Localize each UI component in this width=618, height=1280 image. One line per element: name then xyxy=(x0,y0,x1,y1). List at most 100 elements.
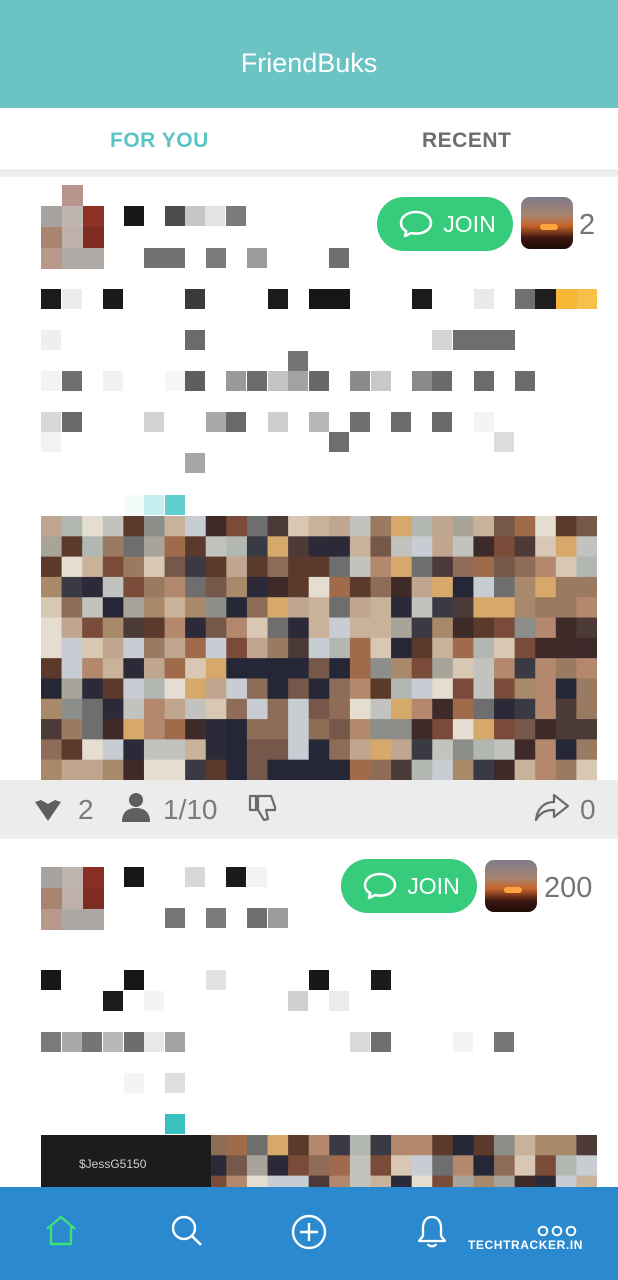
image-pixel xyxy=(185,556,207,578)
dislike-icon[interactable] xyxy=(247,793,279,828)
image-pixel xyxy=(143,536,166,558)
image-pixel xyxy=(267,1155,289,1177)
image-pixel xyxy=(411,1175,433,1187)
home-icon[interactable] xyxy=(44,1213,78,1252)
image-pixel xyxy=(391,1135,413,1156)
image-pixel xyxy=(349,556,372,578)
image-pixel xyxy=(267,536,289,558)
join-button[interactable]: JOIN xyxy=(341,859,477,913)
image-pixel xyxy=(576,597,597,619)
image-pixel xyxy=(102,576,124,598)
image-pixel xyxy=(288,678,310,700)
image-pixel xyxy=(514,658,536,680)
image-pixel xyxy=(494,637,516,659)
image-pixel xyxy=(432,536,454,558)
image-pixel xyxy=(411,678,433,700)
image-pixel xyxy=(82,739,104,761)
image-pixel xyxy=(349,597,372,619)
tab-recent[interactable]: RECENT xyxy=(422,129,511,153)
image-pixel xyxy=(370,719,392,740)
image-pixel xyxy=(226,1175,248,1187)
group-thumbnail[interactable] xyxy=(485,860,537,912)
image-pixel xyxy=(246,1175,269,1187)
image-pixel xyxy=(267,576,289,598)
image-pixel xyxy=(205,597,227,619)
image-pixel xyxy=(246,1155,269,1177)
image-pixel xyxy=(102,678,124,700)
user-icon[interactable] xyxy=(120,792,152,827)
image-pixel xyxy=(411,1135,433,1156)
image-pixel xyxy=(452,536,475,558)
image-pixel xyxy=(41,658,63,680)
image-pixel xyxy=(185,576,207,598)
image-pixel xyxy=(473,617,495,639)
image-pixel xyxy=(576,698,597,720)
image-pixel xyxy=(308,1135,330,1156)
tab-for-you[interactable]: FOR YOU xyxy=(110,129,209,153)
image-pixel xyxy=(576,1135,597,1156)
image-pixel xyxy=(555,637,577,659)
image-pixel xyxy=(370,658,392,680)
image-pixel xyxy=(61,516,83,537)
image-pixel xyxy=(473,536,495,558)
join-button[interactable]: JOIN xyxy=(377,197,513,251)
image-pixel xyxy=(308,1155,330,1177)
bell-icon[interactable] xyxy=(416,1213,448,1254)
search-icon[interactable] xyxy=(169,1213,203,1252)
image-pixel xyxy=(143,698,166,720)
image-pixel xyxy=(226,516,248,537)
image-pixel xyxy=(246,678,269,700)
image-pixel xyxy=(82,576,104,598)
image-pixel xyxy=(411,719,433,740)
image-pixel xyxy=(164,658,186,680)
image-pixel xyxy=(164,536,186,558)
image-pixel xyxy=(411,1155,433,1177)
image-pixel xyxy=(205,536,227,558)
image-pixel xyxy=(452,637,475,659)
image-pixel xyxy=(411,516,433,537)
image-pixel xyxy=(308,556,330,578)
image-pixel xyxy=(370,536,392,558)
image-pixel xyxy=(226,1135,248,1156)
image-pixel xyxy=(555,597,577,619)
like-icon[interactable] xyxy=(33,798,63,827)
image-pixel xyxy=(452,739,475,761)
image-pixel xyxy=(205,739,227,761)
post-card[interactable]: JOIN 2 xyxy=(0,177,618,780)
image-pixel xyxy=(494,678,516,700)
image-pixel xyxy=(185,719,207,740)
add-icon[interactable] xyxy=(290,1213,328,1256)
image-pixel xyxy=(329,556,351,578)
image-pixel xyxy=(535,1175,557,1187)
image-pixel xyxy=(473,556,495,578)
image-pixel xyxy=(82,719,104,740)
image-pixel xyxy=(432,617,454,639)
image-pixel xyxy=(123,516,145,537)
image-pixel xyxy=(205,719,227,740)
image-pixel xyxy=(246,698,269,720)
image-pixel xyxy=(143,759,166,780)
image-pixel xyxy=(288,637,310,659)
post-image[interactable] xyxy=(41,516,597,780)
image-pixel xyxy=(432,1135,454,1156)
post-image[interactable]: $JessG5150 xyxy=(41,1135,597,1187)
image-pixel xyxy=(61,556,83,578)
image-pixel xyxy=(514,1175,536,1187)
image-pixel xyxy=(41,556,63,578)
image-pixel xyxy=(576,516,597,537)
image-pixel xyxy=(473,678,495,700)
image-pixel xyxy=(391,759,413,780)
app-title: FriendBuks xyxy=(240,48,378,78)
post-card[interactable]: JOIN 200 $JessG5150 xyxy=(0,839,618,1187)
image-pixel xyxy=(308,576,330,598)
image-pixel xyxy=(452,617,475,639)
image-pixel xyxy=(288,1135,310,1156)
image-pixel xyxy=(452,597,475,619)
share-icon[interactable] xyxy=(534,792,570,827)
image-pixel xyxy=(267,658,289,680)
group-thumbnail[interactable] xyxy=(521,197,573,249)
image-pixel xyxy=(123,759,145,780)
image-pixel xyxy=(102,617,124,639)
image-pixel xyxy=(329,637,351,659)
image-pixel xyxy=(102,536,124,558)
